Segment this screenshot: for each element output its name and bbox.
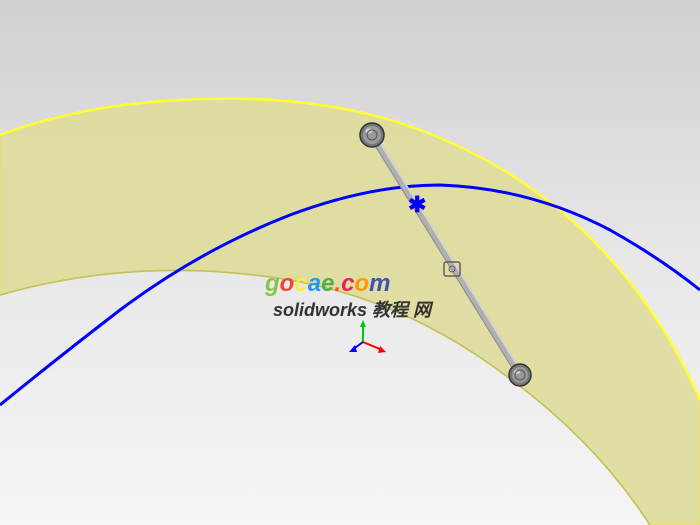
model-scene[interactable]: ✱ bbox=[0, 0, 700, 525]
rod-joint-bottom[interactable] bbox=[509, 364, 531, 386]
svg-text:✱: ✱ bbox=[408, 192, 426, 217]
cad-viewport[interactable]: ✱ gocae.com solidworks 教程 网 bbox=[0, 0, 700, 525]
rod-joint-top[interactable] bbox=[360, 123, 384, 147]
coincident-marker: ✱ bbox=[408, 192, 426, 217]
swept-surface[interactable] bbox=[0, 99, 700, 525]
